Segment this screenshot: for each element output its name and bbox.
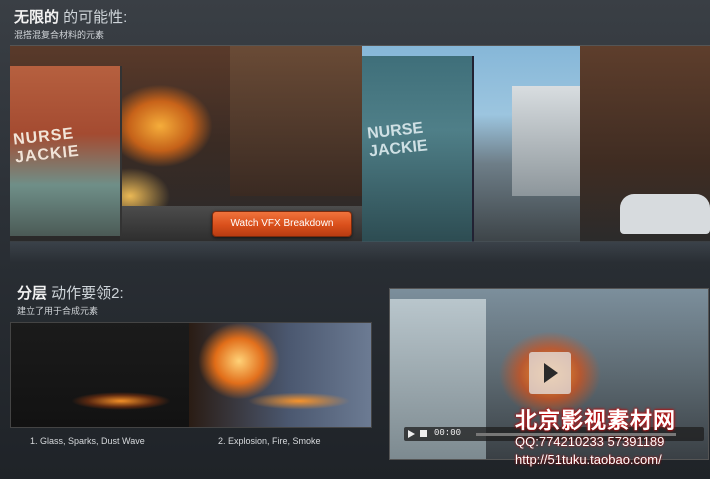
layer-thumbnails [10,322,372,428]
section-title-layers: 分层 动作要领2: [17,282,124,303]
control-play-icon[interactable] [408,430,415,438]
play-button[interactable] [529,352,571,394]
section2-subtitle: 建立了用于合成元素 [17,306,99,316]
play-icon [544,363,558,383]
bus-image-mid: NURSE JACKIE [362,56,474,242]
towers [512,86,580,196]
section-title-infinite: 无限的 的可能性: [14,6,127,27]
vfx-banner: NURSE JACKIE NURSE JACKIE Watch VFX Brea… [10,45,710,242]
watch-vfx-breakdown-button[interactable]: Watch VFX Breakdown [212,211,352,237]
title2-light: 动作要领2: [47,285,124,302]
caption-layer-2: 2. Explosion, Fire, Smoke [218,436,321,446]
video-time: 00:00 [434,428,462,438]
watermark-url: http://51tuku.taobao.com/ [515,452,662,467]
street-shot [580,46,710,242]
bus-image: NURSE JACKIE [10,66,122,236]
caption-layer-1: 1. Glass, Sparks, Dust Wave [30,436,145,446]
bus-ad-text: NURSE JACKIE [12,125,81,167]
clean-plate-shot: NURSE JACKIE [362,46,580,242]
layer-explosion-fire[interactable] [189,323,371,427]
control-stop-icon[interactable] [420,430,427,437]
layer-glass-sparks[interactable] [11,323,189,427]
title-strong: 无限的 [14,9,60,26]
watermark-qq: QQ:774210233 57391189 [515,434,665,449]
building [230,46,362,196]
section-subtitle: 混搭混复合材料的元素 [14,30,105,40]
car [620,194,710,234]
bus-ad-text-mid: NURSE JACKIE [366,119,429,161]
title-light: 的可能性: [59,9,128,26]
banner-reflection [10,241,710,263]
watermark-title: 北京影视素材网 [515,408,677,433]
title2-strong: 分层 [17,285,48,302]
